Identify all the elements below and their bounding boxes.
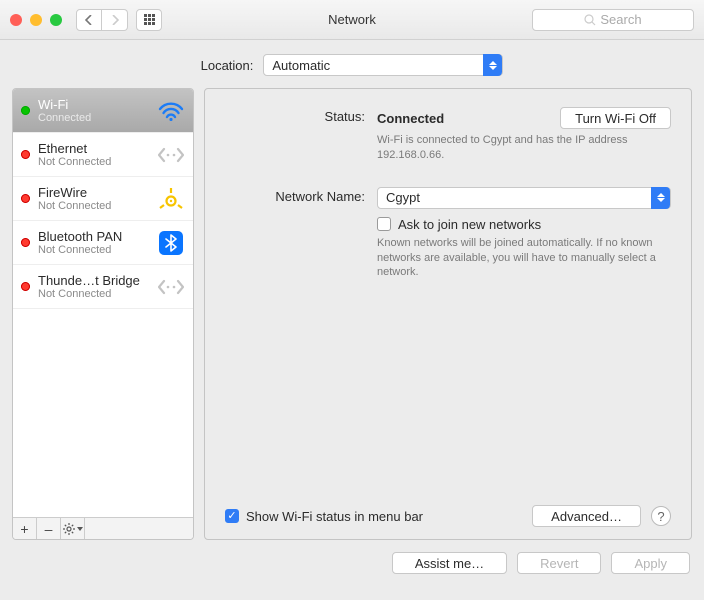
interface-sidebar: Wi-Fi Connected Ethernet Not Connected [12, 88, 194, 540]
ask-to-join-label: Ask to join new networks [398, 217, 541, 232]
show-all-button[interactable] [136, 9, 162, 31]
ask-to-join-description: Known networks will be joined automatica… [377, 236, 657, 281]
help-button[interactable]: ? [651, 506, 671, 526]
status-dot-icon [21, 106, 30, 115]
search-icon [584, 14, 596, 26]
sidebar-item-ethernet[interactable]: Ethernet Not Connected [13, 133, 193, 177]
chevron-right-icon [111, 15, 119, 25]
bluetooth-icon [157, 231, 185, 255]
iface-status: Not Connected [38, 244, 149, 256]
network-name-select[interactable]: Cgypt [377, 187, 671, 209]
back-button[interactable] [76, 9, 102, 31]
revert-button[interactable]: Revert [517, 552, 601, 574]
show-status-checkbox[interactable] [225, 509, 239, 523]
detail-panel: Status: Connected Turn Wi-Fi Off Wi-Fi i… [204, 88, 692, 540]
thunderbolt-bridge-icon [157, 277, 185, 297]
dropdown-arrows-icon [483, 54, 502, 76]
iface-name: Thunde…t Bridge [38, 273, 149, 288]
location-value: Automatic [272, 58, 330, 73]
bottom-button-bar: Assist me… Revert Apply [0, 540, 704, 586]
interface-list: Wi-Fi Connected Ethernet Not Connected [13, 89, 193, 517]
remove-interface-button[interactable]: – [37, 518, 61, 540]
status-dot-icon [21, 194, 30, 203]
turn-wifi-off-button[interactable]: Turn Wi-Fi Off [560, 107, 671, 129]
forward-button[interactable] [102, 9, 128, 31]
show-status-label: Show Wi-Fi status in menu bar [246, 509, 423, 524]
minimize-window-button[interactable] [30, 14, 42, 26]
add-interface-button[interactable]: + [13, 518, 37, 540]
iface-status: Connected [38, 112, 149, 124]
iface-name: FireWire [38, 185, 149, 200]
search-placeholder: Search [600, 12, 641, 27]
status-value: Connected [377, 111, 444, 126]
location-select[interactable]: Automatic [263, 54, 503, 76]
network-name-value: Cgypt [386, 190, 420, 205]
sidebar-item-wifi[interactable]: Wi-Fi Connected [13, 89, 193, 133]
sidebar-item-thunderbolt-bridge[interactable]: Thunde…t Bridge Not Connected [13, 265, 193, 309]
apply-button[interactable]: Apply [611, 552, 690, 574]
advanced-button[interactable]: Advanced… [532, 505, 641, 527]
grid-icon [144, 14, 155, 25]
titlebar: Network Search [0, 0, 704, 40]
gear-icon [63, 523, 75, 535]
status-dot-icon [21, 282, 30, 291]
location-row: Location: Automatic [0, 40, 704, 88]
search-input[interactable]: Search [532, 9, 694, 31]
chevron-down-icon [77, 527, 83, 531]
iface-status: Not Connected [38, 288, 149, 300]
actions-menu-button[interactable] [61, 518, 85, 540]
traffic-lights [10, 14, 62, 26]
wifi-icon [157, 101, 185, 121]
zoom-window-button[interactable] [50, 14, 62, 26]
iface-status: Not Connected [38, 200, 149, 212]
firewire-icon [157, 187, 185, 211]
status-dot-icon [21, 238, 30, 247]
iface-name: Ethernet [38, 141, 149, 156]
status-label: Status: [225, 107, 377, 163]
chevron-left-icon [85, 15, 93, 25]
iface-name: Bluetooth PAN [38, 229, 149, 244]
sidebar-item-firewire[interactable]: FireWire Not Connected [13, 177, 193, 221]
ask-to-join-checkbox[interactable] [377, 217, 391, 231]
iface-name: Wi-Fi [38, 97, 149, 112]
ethernet-icon [157, 145, 185, 165]
sidebar-footer: + – [13, 517, 193, 539]
status-dot-icon [21, 150, 30, 159]
network-name-label: Network Name: [225, 187, 377, 281]
dropdown-arrows-icon [651, 187, 670, 209]
location-label: Location: [201, 58, 254, 73]
status-detail-text: Wi-Fi is connected to Cgypt and has the … [377, 133, 657, 163]
assist-me-button[interactable]: Assist me… [392, 552, 507, 574]
iface-status: Not Connected [38, 156, 149, 168]
sidebar-item-bluetooth-pan[interactable]: Bluetooth PAN Not Connected [13, 221, 193, 265]
main-body: Wi-Fi Connected Ethernet Not Connected [0, 88, 704, 540]
nav-buttons [76, 9, 128, 31]
close-window-button[interactable] [10, 14, 22, 26]
